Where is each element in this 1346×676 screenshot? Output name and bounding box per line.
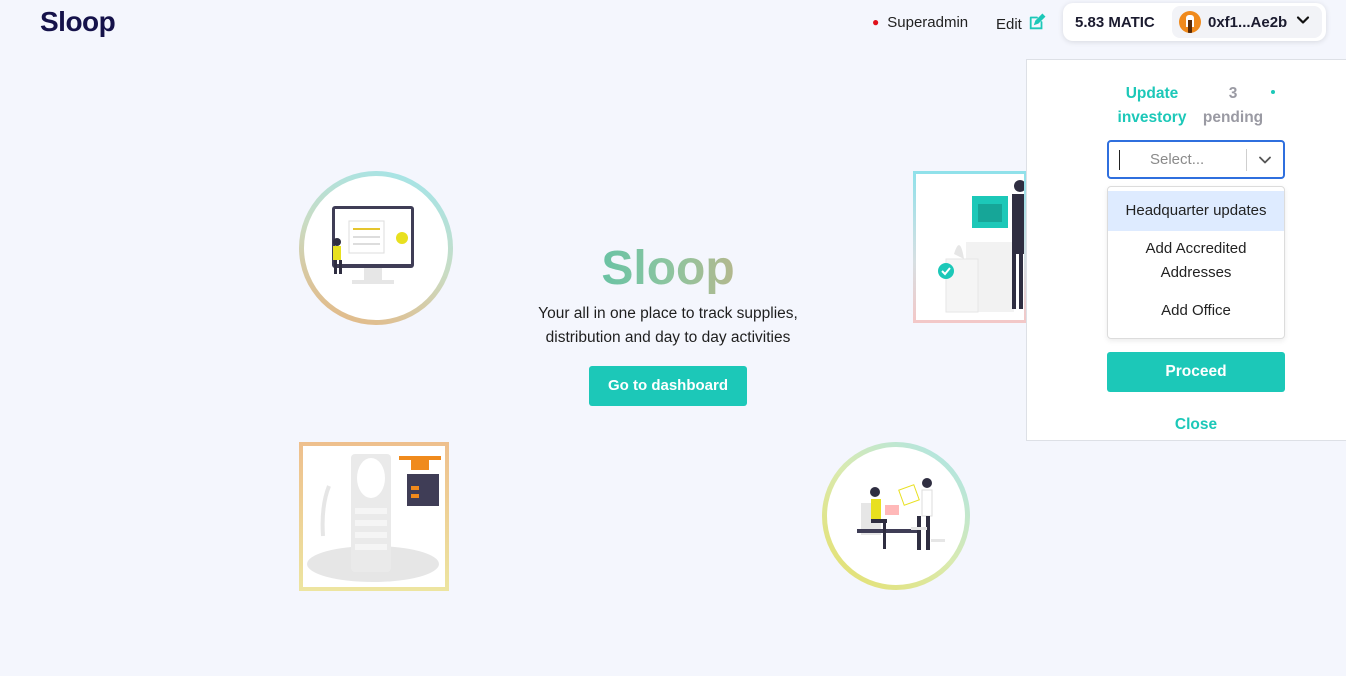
app-logo[interactable]: Sloop [40,6,116,38]
tab-pending[interactable]: 3 pending [1201,82,1265,132]
edit-button[interactable]: Edit [996,13,1046,35]
team-illustration [822,442,970,590]
account-button[interactable]: 0xf1...Ae2b [1172,6,1322,38]
hero-title: Sloop [520,240,816,298]
delivery-illustration [913,171,1027,323]
select-placeholder: Select... [1150,151,1205,168]
wallet-balance: 5.83 MATIC [1075,13,1155,31]
text-cursor [1119,149,1120,170]
go-to-dashboard-button[interactable]: Go to dashboard [589,366,747,406]
tab-indicator-dot [1271,90,1275,94]
action-select[interactable]: Select... [1107,140,1285,179]
tab-update-investory[interactable]: Update investory [1115,82,1189,132]
hero-subtitle-line-1: Your all in one place to track supplies, [538,305,798,322]
hero-subtitle-line-2: distribution and day to day activities [545,329,791,346]
chevron-down-icon[interactable] [1247,153,1283,167]
edit-label: Edit [996,15,1022,33]
proceed-button[interactable]: Proceed [1107,352,1285,392]
user-role: ● Superadmin [872,14,968,31]
wallet-widget: 5.83 MATIC 0xf1...Ae2b [1063,3,1326,41]
status-dot-icon: ● [872,15,880,29]
option-headquarter-updates[interactable]: Headquarter updates [1108,191,1284,231]
close-button[interactable]: Close [1107,416,1285,434]
role-label: Superadmin [887,14,969,31]
hero-section: Sloop Your all in one place to track sup… [520,240,816,406]
account-address: 0xf1...Ae2b [1208,13,1288,31]
option-add-office[interactable]: Add Office [1108,291,1284,331]
monitor-illustration [299,171,453,325]
option-add-accredited-addresses[interactable]: Add Accredited Addresses [1108,231,1284,291]
metamask-fox-icon [1179,11,1201,33]
hero-subtitle: Your all in one place to track supplies,… [520,302,816,350]
drone-illustration [299,442,449,591]
update-panel: Update investory 3 pending Select... Hea… [1026,59,1346,441]
select-menu: Headquarter updates Add Accredited Addre… [1107,186,1285,339]
edit-icon [1028,13,1046,35]
panel-tabs: Update investory 3 pending [1115,82,1285,132]
chevron-down-icon [1294,13,1310,32]
